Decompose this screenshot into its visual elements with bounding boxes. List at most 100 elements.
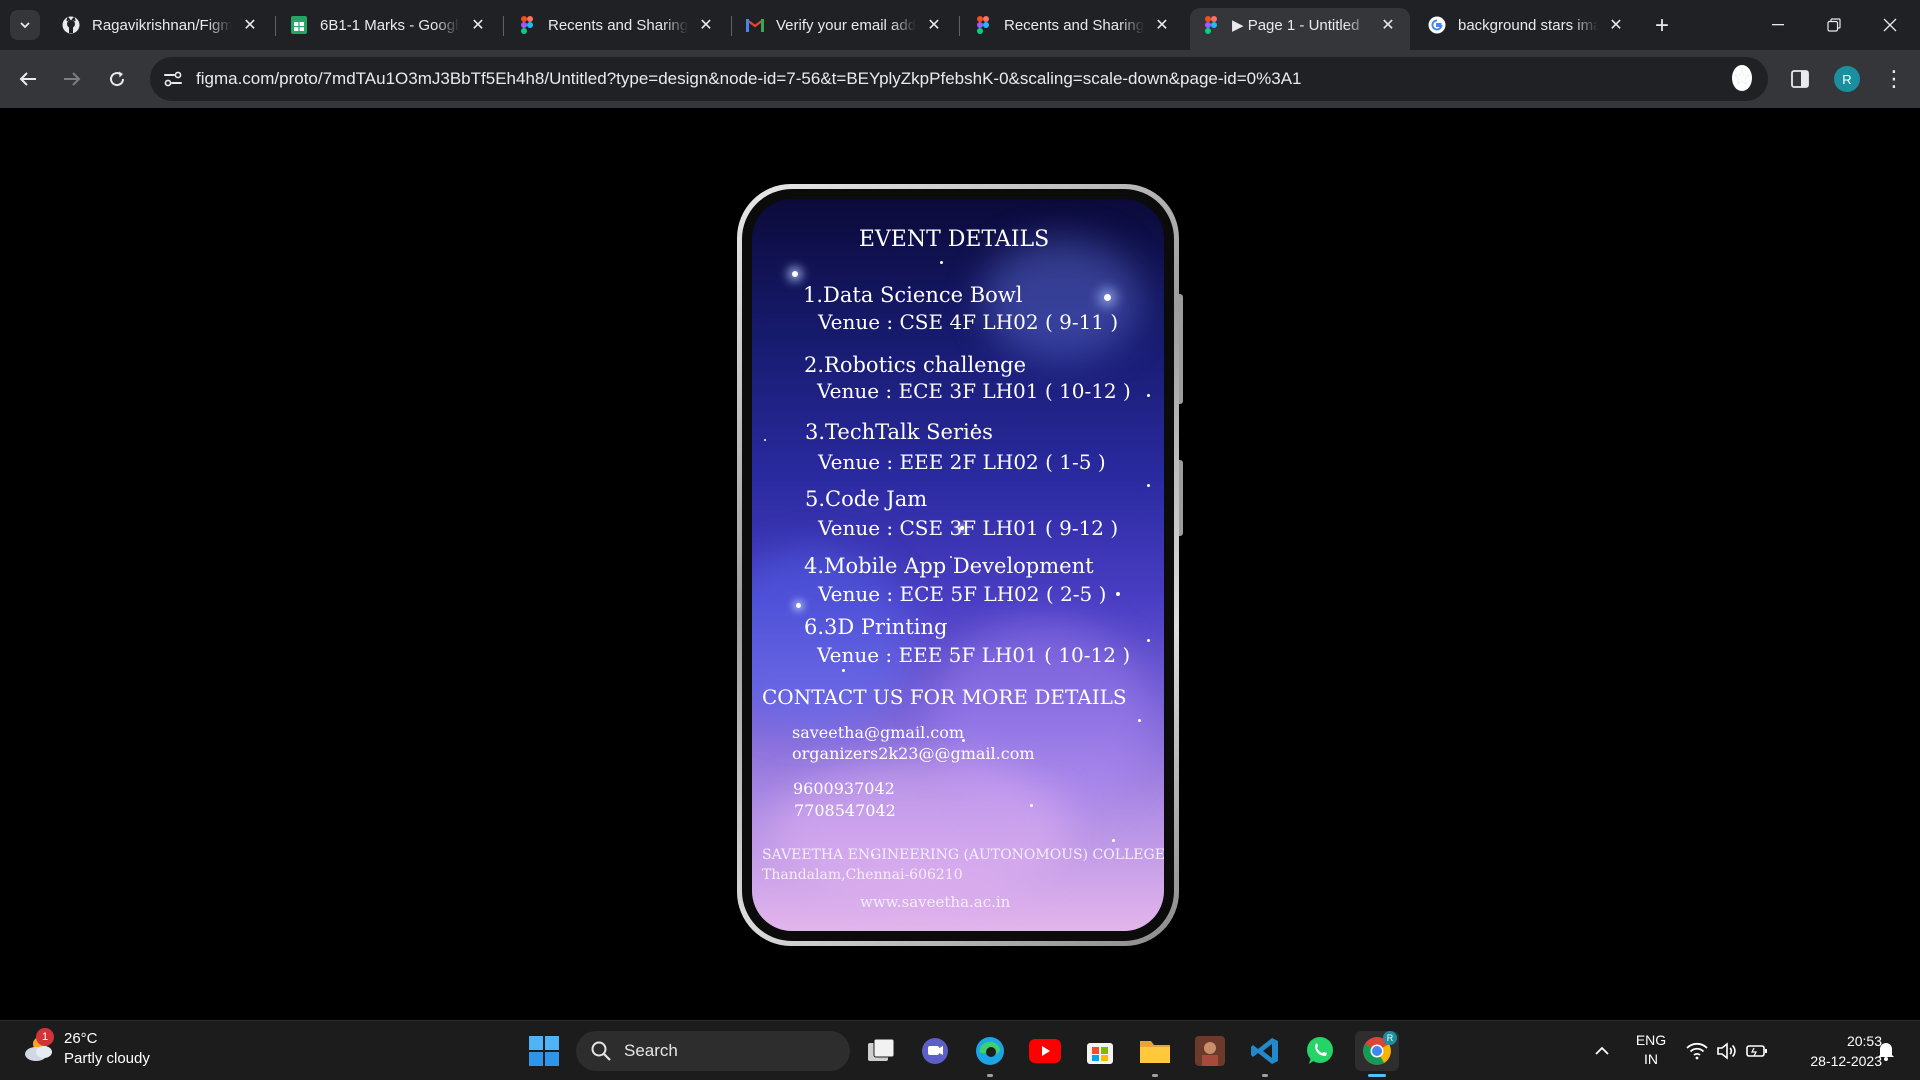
file-explorer-button[interactable]	[1135, 1031, 1175, 1077]
profile-avatar[interactable]: R	[1834, 66, 1860, 92]
side-panel-button[interactable]	[1786, 65, 1814, 93]
contact-phone: 7708547042	[794, 801, 896, 820]
tab-title: background stars images	[1458, 16, 1598, 34]
browser-toolbar: figma.com/proto/7mdTAu1O3mJ3BbTf5Eh4h8/U…	[0, 50, 1920, 108]
event-venue: Venue : EEE 5F LH01 ( 10-12 )	[817, 643, 1131, 667]
close-icon[interactable]: ✕	[240, 15, 260, 35]
more-vertical-icon: ⋮	[1883, 66, 1905, 91]
tab-figma-prototype[interactable]: ▶ Page 1 - Untitled ✕	[1190, 8, 1410, 50]
vscode-button[interactable]	[1245, 1031, 1285, 1077]
whatsapp-button[interactable]	[1300, 1031, 1340, 1071]
event-title: 1.Data Science Bowl	[803, 283, 1023, 307]
close-icon	[1883, 18, 1897, 32]
windows-taskbar: 1 26°C Partly cloudy Search R ENG IN 20:…	[0, 1020, 1920, 1080]
youtube-button[interactable]	[1025, 1031, 1065, 1071]
edge-button[interactable]	[970, 1031, 1010, 1077]
close-icon[interactable]: ✕	[1378, 15, 1398, 35]
teams-chat-button[interactable]	[915, 1031, 955, 1071]
star	[1147, 484, 1150, 487]
restore-button[interactable]	[1806, 0, 1862, 50]
tab-separator	[503, 16, 504, 36]
figma-icon	[1202, 16, 1220, 34]
tab-search-button[interactable]	[10, 10, 40, 40]
battery-status[interactable]	[1744, 1033, 1770, 1069]
weather-description: Partly cloudy	[64, 1050, 150, 1067]
tab-google-search[interactable]: background stars images ✕	[1416, 8, 1638, 42]
running-indicator	[1368, 1074, 1386, 1077]
close-icon[interactable]: ✕	[924, 15, 944, 35]
tab-gmail[interactable]: Verify your email address ✕	[734, 8, 956, 42]
wifi-status[interactable]	[1684, 1033, 1710, 1069]
weather-widget[interactable]: 1 26°C Partly cloudy	[22, 1028, 150, 1069]
event-venue: Venue : ECE 3F LH01 ( 10-12 )	[817, 379, 1131, 403]
figma-icon	[974, 16, 992, 34]
google-sheets-icon	[290, 16, 308, 34]
star	[842, 669, 845, 672]
clock-time: 20:53	[1846, 1033, 1882, 1049]
tab-figma-recents-2[interactable]: Recents and Sharing ✕	[962, 8, 1184, 42]
star	[1116, 592, 1120, 596]
chrome-button[interactable]: R	[1355, 1031, 1399, 1077]
microsoft-store-button[interactable]	[1080, 1031, 1120, 1071]
task-view-button[interactable]	[861, 1031, 901, 1071]
site-settings-icon[interactable]	[160, 66, 186, 92]
tab-github[interactable]: Ragavikrishnan/Figma ✕	[50, 8, 272, 42]
event-venue: Venue : ECE 5F LH02 ( 2-5 )	[818, 582, 1107, 606]
photo-app-button[interactable]	[1190, 1031, 1230, 1071]
event-title: 3.TechTalk Series	[805, 420, 993, 444]
forward-button[interactable]	[54, 61, 90, 97]
chevron-down-icon	[20, 22, 30, 29]
language-indicator[interactable]: ENG IN	[1628, 1031, 1674, 1069]
browser-menu-button[interactable]: ⋮	[1880, 62, 1908, 96]
reload-icon	[110, 71, 125, 87]
speaker-icon	[1717, 1042, 1736, 1060]
volume-status[interactable]	[1714, 1033, 1740, 1069]
partly-cloudy-icon: 1	[22, 1028, 56, 1066]
vscode-icon	[1251, 1038, 1278, 1064]
bell-icon	[1878, 1043, 1894, 1061]
url-text[interactable]: figma.com/proto/7mdTAu1O3mJ3BbTf5Eh4h8/U…	[196, 69, 1302, 89]
tab-google-sheets[interactable]: 6B1-1 Marks - Google Sheets ✕	[278, 8, 500, 42]
taskbar-search[interactable]: Search	[576, 1031, 850, 1071]
star	[1138, 719, 1141, 722]
search-icon	[591, 1041, 611, 1061]
close-icon[interactable]: ✕	[696, 15, 716, 35]
event-screen: EVENT DETAILS 1.Data Science Bowl Venue …	[752, 199, 1164, 931]
arrow-right-icon	[64, 72, 81, 86]
battery-icon	[1746, 1045, 1767, 1057]
profile-badge: R	[1383, 1031, 1397, 1045]
chevron-up-icon	[1595, 1046, 1609, 1055]
event-title: 4.Mobile App Development	[804, 554, 1094, 578]
reload-button[interactable]	[99, 61, 135, 97]
clock-date: 28-12-2023	[1810, 1053, 1882, 1069]
close-icon[interactable]: ✕	[1606, 15, 1626, 35]
event-title: 2.Robotics challenge	[804, 353, 1027, 377]
plus-icon: +	[1654, 12, 1669, 39]
address-bar[interactable]: figma.com/proto/7mdTAu1O3mJ3BbTf5Eh4h8/U…	[150, 57, 1768, 101]
contact-phone: 9600937042	[793, 779, 895, 798]
start-button[interactable]	[524, 1031, 564, 1071]
notification-badge: 1	[36, 1028, 54, 1046]
taskbar-clock[interactable]: 20:53 28-12-2023	[1782, 1031, 1882, 1071]
tab-title: Verify your email address	[776, 16, 916, 34]
contact-email: organizers2k23@@gmail.com	[792, 744, 1035, 763]
minimize-button[interactable]	[1750, 0, 1806, 50]
star	[1030, 804, 1033, 807]
tab-strip: Ragavikrishnan/Figma ✕ 6B1-1 Marks - Goo…	[0, 0, 1920, 50]
show-hidden-icons-button[interactable]	[1590, 1033, 1614, 1069]
event-details-heading: EVENT DETAILS	[858, 227, 1050, 252]
close-icon[interactable]: ✕	[1152, 15, 1172, 35]
windows-logo-icon	[529, 1036, 559, 1066]
close-window-button[interactable]	[1862, 0, 1918, 50]
star	[1104, 294, 1111, 301]
star	[792, 271, 798, 277]
tab-figma-recents-1[interactable]: Recents and Sharing ✕	[506, 8, 728, 42]
tab-title: Recents and Sharing	[548, 16, 688, 34]
close-icon[interactable]: ✕	[468, 15, 488, 35]
new-tab-button[interactable]: +	[1648, 12, 1676, 40]
running-indicator	[1262, 1074, 1268, 1077]
notifications-button[interactable]	[1872, 1033, 1900, 1069]
bookmark-star-icon[interactable]: ☆	[1732, 65, 1752, 91]
tab-title: ▶ Page 1 - Untitled	[1232, 17, 1360, 34]
back-button[interactable]	[10, 61, 46, 97]
